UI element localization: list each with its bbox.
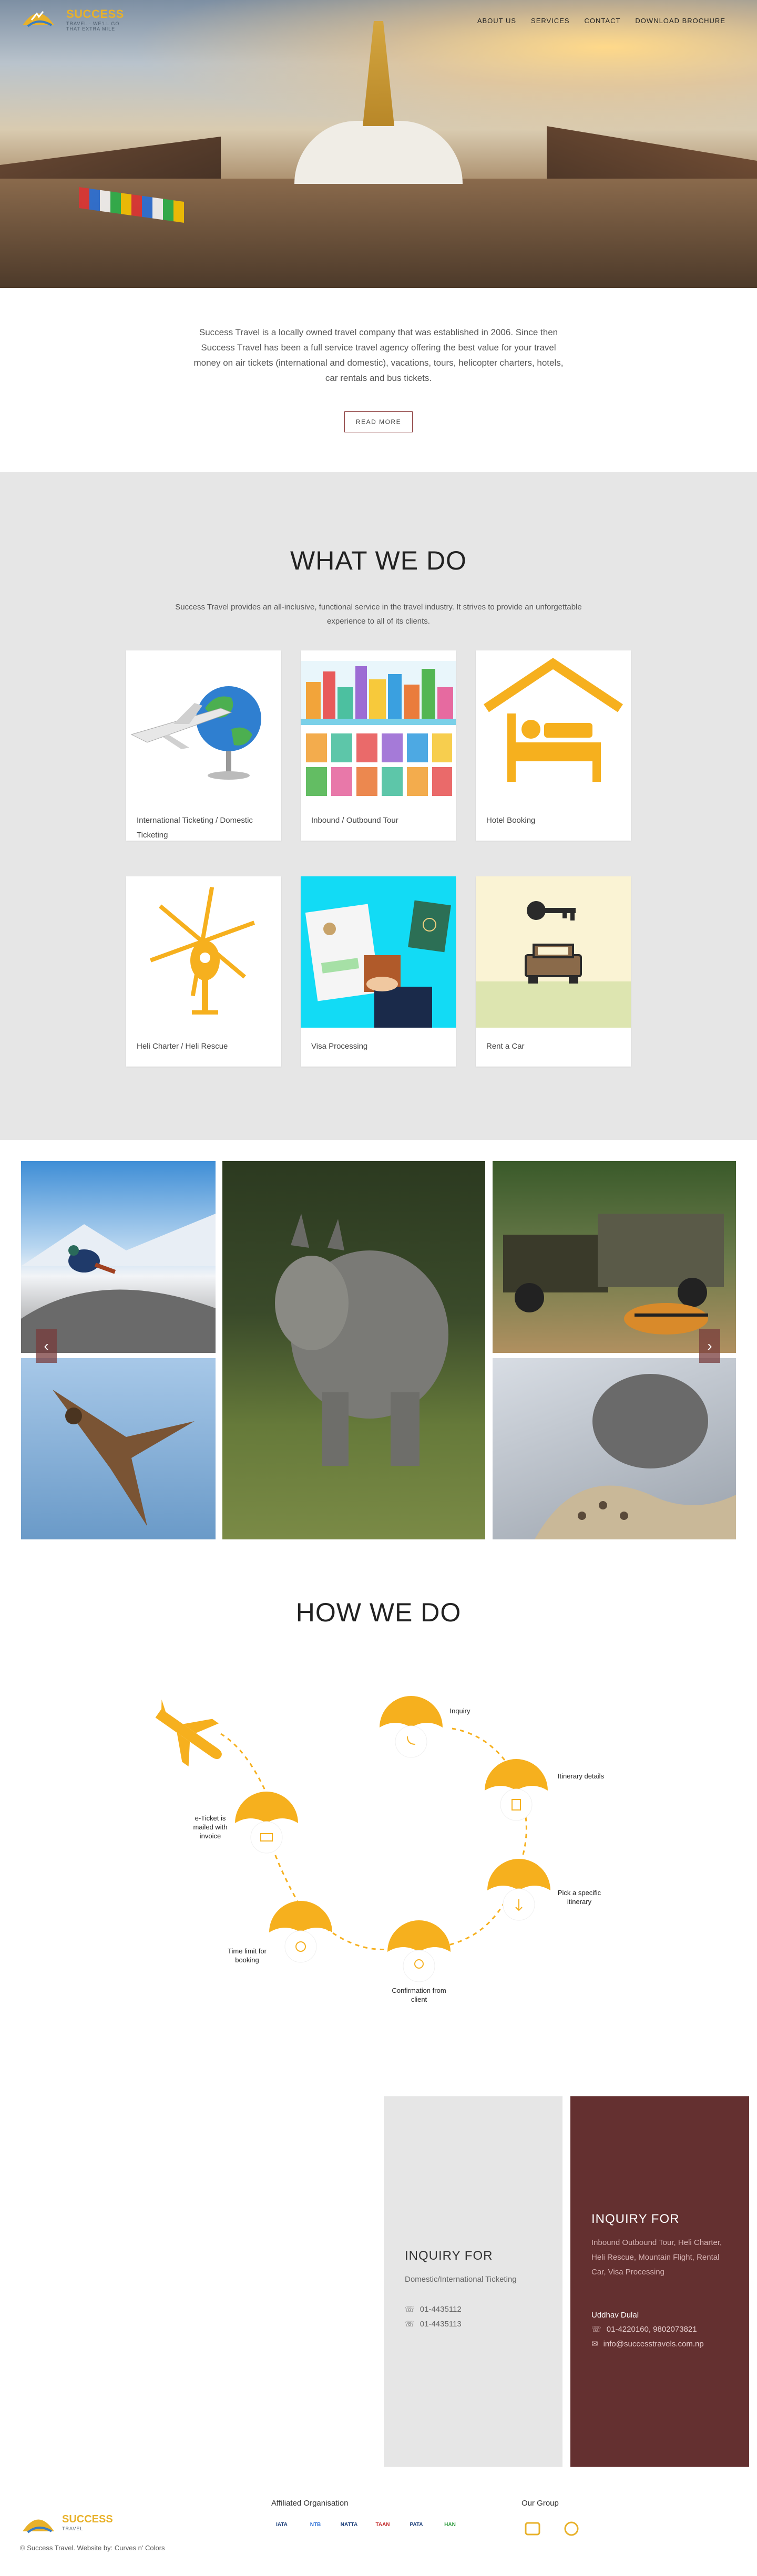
what-we-do-title: WHAT WE DO (290, 546, 467, 575)
affiliates-row: IATA NTB NATTA TAAN PATA HAN (271, 2522, 461, 2528)
footer-logo[interactable]: SUCCESS TRAVEL (20, 2510, 125, 2540)
city-skyline-icon (301, 650, 456, 802)
inquiry-email[interactable]: ✉ info@successtravels.com.np (591, 2337, 704, 2352)
rhino-icon (275, 1214, 448, 1466)
service-label: Visa Processing (311, 1042, 368, 1051)
hotel-bed-icon (476, 650, 631, 802)
step-label-time-limit: Time limit for booking (228, 1947, 267, 1964)
service-label: Hotel Booking (486, 816, 536, 825)
service-card-ticketing[interactable]: International Ticketing / Domestic Ticke… (126, 650, 281, 841)
group-logo-icon[interactable] (562, 2520, 580, 2538)
process-diagram (155, 1696, 550, 1982)
gallery-prev-button[interactable]: ‹ (36, 1329, 57, 1363)
phone-value: 01-4220160, 9802073821 (606, 2325, 697, 2334)
phone-icon: ☏ (591, 2325, 601, 2334)
affiliated-heading: Affiliated Organisation (271, 2499, 349, 2508)
logo[interactable]: SUCCESS TRAVEL · WE'LL GO THAT EXTRA MIL… (20, 4, 130, 34)
phone-icon: ☏ (405, 2320, 415, 2329)
step-label-eticket: e-Ticket is mailed with invoice (193, 1814, 228, 1840)
phone-icon: ☏ (405, 2305, 415, 2314)
logo-sun-icon (23, 2519, 54, 2533)
intro-text: Success Travel is a locally owned travel… (193, 327, 564, 383)
inquiry-phone-2[interactable]: ☏ 01-4435113 (405, 2317, 462, 2332)
service-card-hotel[interactable]: Hotel Booking (476, 650, 631, 841)
affiliate-logo[interactable]: NATTA (339, 2522, 360, 2528)
affiliate-logo[interactable]: HAN (439, 2522, 461, 2528)
copyright: © Success Travel. Website by: Curves n' … (20, 2544, 165, 2552)
globe-plane-icon (126, 650, 281, 802)
car-key-icon (476, 876, 631, 1028)
inquiry-title: INQUIRY FOR (405, 2249, 493, 2263)
helicopter-icon (126, 876, 281, 1028)
gallery-photo-bird-mountain[interactable] (21, 1161, 216, 1353)
affiliate-logo[interactable]: TAAN (372, 2522, 393, 2528)
footer: SUCCESS TRAVEL © Success Travel. Website… (0, 2469, 757, 2576)
bird-icon (21, 1214, 216, 1353)
inquiry-box-ticketing: INQUIRY FOR Domestic/International Ticke… (384, 2096, 562, 2467)
logo-sun-icon (23, 11, 54, 27)
phone-value: 01-4435112 (420, 2305, 462, 2314)
inquiry-section: INQUIRY FOR Domestic/International Ticke… (0, 2096, 757, 2469)
eagle-icon (53, 1390, 195, 1526)
footer-logo-sub: TRAVEL (62, 2526, 84, 2531)
tiger-jeep-icon (503, 1214, 724, 1334)
our-group-heading: Our Group (521, 2499, 559, 2508)
hero-banner: SUCCESS TRAVEL · WE'LL GO THAT EXTRA MIL… (0, 0, 757, 288)
group-logo-icon[interactable] (524, 2520, 541, 2538)
menu-about-us[interactable]: ABOUT US (477, 17, 516, 25)
top-nav: SUCCESS TRAVEL · WE'LL GO THAT EXTRA MIL… (0, 0, 757, 42)
page: SUCCESS TRAVEL · WE'LL GO THAT EXTRA MIL… (0, 0, 757, 2576)
footer-logo-name: SUCCESS (62, 2513, 113, 2525)
inquiry-phone[interactable]: ☏ 01-4220160, 9802073821 (591, 2322, 697, 2337)
how-we-do-section: HOW WE DO Inquiry Itinerary details Pick… (0, 1560, 757, 2096)
service-label: International Ticketing / Domestic Ticke… (137, 816, 253, 840)
intro-section: Success Travel is a locally owned travel… (0, 288, 757, 472)
step-label-inquiry: Inquiry (449, 1707, 470, 1715)
gallery-photo-rhino[interactable] (222, 1161, 485, 1539)
email-value: info@successtravels.com.np (603, 2340, 704, 2349)
gallery-photo-snow-leopard[interactable] (493, 1358, 736, 1539)
affiliate-logo[interactable]: IATA (271, 2522, 292, 2528)
service-card-car[interactable]: Rent a Car (476, 876, 631, 1067)
phone-value: 01-4435113 (420, 2320, 462, 2329)
inquiry-subject: Domestic/International Ticketing (405, 2275, 517, 2284)
menu-download-brochure[interactable]: DOWNLOAD BROCHURE (635, 17, 725, 25)
gallery-next-button[interactable]: › (699, 1329, 720, 1363)
what-we-do-section: WHAT WE DO Success Travel provides an al… (0, 472, 757, 1140)
logo-name: SUCCESS (66, 7, 124, 20)
gallery-photo-tiger-jeep[interactable] (493, 1161, 736, 1353)
menu-services[interactable]: SERVICES (531, 17, 570, 25)
service-card-heli[interactable]: Heli Charter / Heli Rescue (126, 876, 281, 1067)
main-menu: ABOUT US SERVICES CONTACT DOWNLOAD BROCH… (477, 17, 725, 25)
mail-icon: ✉ (591, 2340, 598, 2349)
service-card-visa[interactable]: Visa Processing (301, 876, 456, 1067)
service-label: Heli Charter / Heli Rescue (137, 1042, 228, 1051)
service-label: Rent a Car (486, 1042, 525, 1051)
logo-sub: TRAVEL · WE'LL GO THAT EXTRA MILE (66, 21, 120, 32)
read-more-button[interactable]: READ MORE (344, 411, 413, 432)
menu-contact[interactable]: CONTACT (585, 17, 621, 25)
inquiry-person: Uddhav Dulal (591, 2311, 639, 2320)
inquiry-title: INQUIRY FOR (591, 2212, 680, 2226)
step-label-pick-itinerary: Pick a specific itinerary (557, 1889, 601, 1906)
service-label: Inbound / Outbound Tour (311, 816, 398, 825)
photo-gallery: ‹ › (0, 1140, 757, 1560)
passport-icon (301, 876, 456, 1028)
snow-leopard-icon (535, 1374, 736, 1539)
inquiry-subject: Inbound Outbound Tour, Heli Charter, Hel… (591, 2238, 722, 2277)
affiliate-logo[interactable]: NTB (305, 2522, 326, 2528)
gallery-photo-eagle[interactable] (21, 1358, 216, 1539)
service-card-tour[interactable]: Inbound / Outbound Tour (301, 650, 456, 841)
affiliate-logo[interactable]: PATA (406, 2522, 427, 2528)
step-label-itinerary-details: Itinerary details (557, 1772, 605, 1780)
inquiry-phone-1[interactable]: ☏ 01-4435112 (405, 2302, 462, 2317)
what-we-do-desc: Success Travel provides an all-inclusive… (175, 603, 582, 626)
inquiry-box-tours: INQUIRY FOR Inbound Outbound Tour, Heli … (570, 2096, 749, 2467)
step-label-confirmation: Confirmation from client (392, 1987, 446, 2003)
